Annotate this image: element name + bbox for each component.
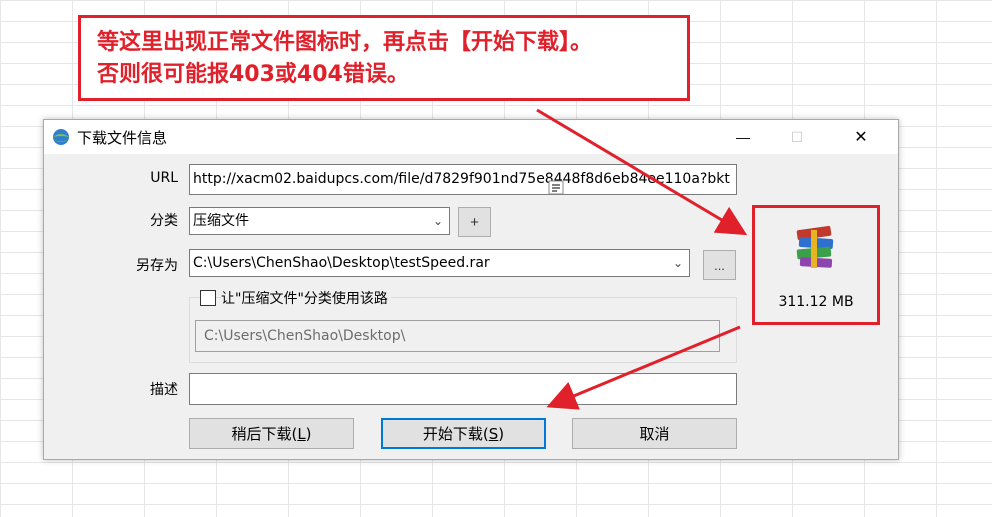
url-label: URL: [150, 170, 178, 186]
saveas-path-value: C:\Users\ChenShao\Desktop\testSpeed.rar: [193, 255, 490, 271]
use-path-checkbox[interactable]: [200, 290, 216, 306]
start-download-label: 开始下载(: [422, 425, 489, 443]
download-file-info-dialog: 下载文件信息 — ☐ ✕ URL http://xacm02.baidupcs.…: [43, 119, 899, 460]
category-label: 分类: [150, 213, 178, 229]
use-path-label: 让"压缩文件"分类使用该路: [221, 288, 391, 308]
download-later-hotkey: L: [297, 424, 306, 443]
file-icon-highlight: 311.12 MB: [752, 205, 880, 325]
dialog-title: 下载文件信息: [77, 129, 168, 147]
browse-button[interactable]: ...: [703, 250, 736, 280]
winrar-file-icon: [796, 225, 834, 268]
close-button[interactable]: ✕: [838, 120, 884, 154]
idm-app-icon: [53, 129, 69, 145]
saveas-path-select[interactable]: C:\Users\ChenShao\Desktop\testSpeed.rar …: [189, 249, 690, 277]
description-input[interactable]: [189, 373, 737, 405]
clipboard-icon[interactable]: [547, 178, 565, 196]
annotation-line-1: 等这里出现正常文件图标时，再点击【开始下载】。: [97, 30, 593, 55]
chevron-down-icon: ⌄: [432, 214, 443, 228]
annotation-callout: 等这里出现正常文件图标时，再点击【开始下载】。 否则很可能报403或404错误。: [78, 15, 690, 101]
minimize-button[interactable]: —: [720, 120, 766, 154]
cancel-button[interactable]: 取消: [572, 418, 737, 449]
start-download-button[interactable]: 开始下载(S): [381, 418, 546, 449]
saveas-label: 另存为: [136, 258, 178, 274]
category-value: 压缩文件: [193, 213, 249, 229]
download-later-button[interactable]: 稍后下载(L): [189, 418, 354, 449]
category-path-field: C:\Users\ChenShao\Desktop\: [195, 320, 720, 352]
category-select[interactable]: 压缩文件 ⌄: [189, 207, 450, 235]
chevron-down-icon: ⌄: [672, 256, 683, 270]
start-download-hotkey: S: [488, 424, 499, 443]
annotation-line-2: 否则很可能报403或404错误。: [97, 62, 409, 87]
maximize-button[interactable]: ☐: [774, 120, 820, 154]
add-category-button[interactable]: +: [458, 207, 491, 237]
title-bar[interactable]: 下载文件信息 — ☐ ✕: [44, 120, 898, 154]
file-size: 311.12 MB: [778, 294, 854, 310]
download-later-label: 稍后下载(: [231, 425, 298, 443]
url-field[interactable]: http://xacm02.baidupcs.com/file/d7829f90…: [189, 164, 737, 195]
description-label: 描述: [150, 382, 178, 398]
